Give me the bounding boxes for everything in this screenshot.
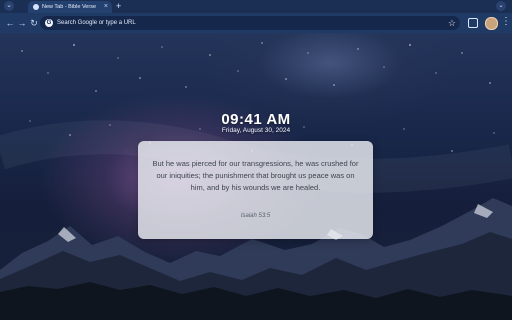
puzzle-icon[interactable]	[468, 18, 478, 28]
page-background: 09:41 AM Friday, August 30, 2024 But he …	[0, 33, 512, 320]
verse-text: But he was pierced for our transgression…	[152, 159, 359, 192]
chevron-down-icon[interactable]: ⌄	[496, 1, 506, 11]
avatar[interactable]	[485, 17, 498, 30]
new-tab-button[interactable]: +	[116, 1, 121, 11]
google-icon: G	[45, 19, 53, 27]
toolbar: ← → ↻ G Search Google or type a URL ☆ ⋮	[0, 13, 512, 33]
tab-new-tab-bible-verse[interactable]: New Tab - Bible Verse ×	[28, 1, 112, 13]
reload-icon[interactable]: ↻	[28, 17, 40, 29]
verse-card: But he was pierced for our transgression…	[138, 141, 373, 239]
verse-reference: Isaiah 53:5	[240, 213, 271, 219]
three-dot-menu-icon[interactable]: ⋮	[501, 16, 511, 28]
forward-arrow-icon[interactable]: →	[16, 17, 28, 29]
bible-verse-favicon	[33, 4, 39, 10]
tab-search-icon[interactable]: ⌄	[4, 1, 14, 11]
tab-title: New Tab - Bible Verse	[42, 4, 97, 10]
clock-time: 09:41 AM	[221, 111, 291, 128]
star-icon[interactable]: ☆	[448, 18, 456, 28]
address-placeholder: Search Google or type a URL	[57, 20, 136, 26]
back-arrow-icon[interactable]: ←	[4, 17, 16, 29]
address-bar[interactable]: G Search Google or type a URL ☆	[40, 16, 460, 30]
current-date: Friday, August 30, 2024	[221, 127, 291, 134]
close-icon[interactable]: ×	[104, 2, 108, 12]
tab-strip: ⌄ New Tab - Bible Verse × + ⌄	[0, 0, 512, 13]
browser-window: ⌄ New Tab - Bible Verse × + ⌄ ← → ↻ G Se…	[0, 0, 512, 320]
